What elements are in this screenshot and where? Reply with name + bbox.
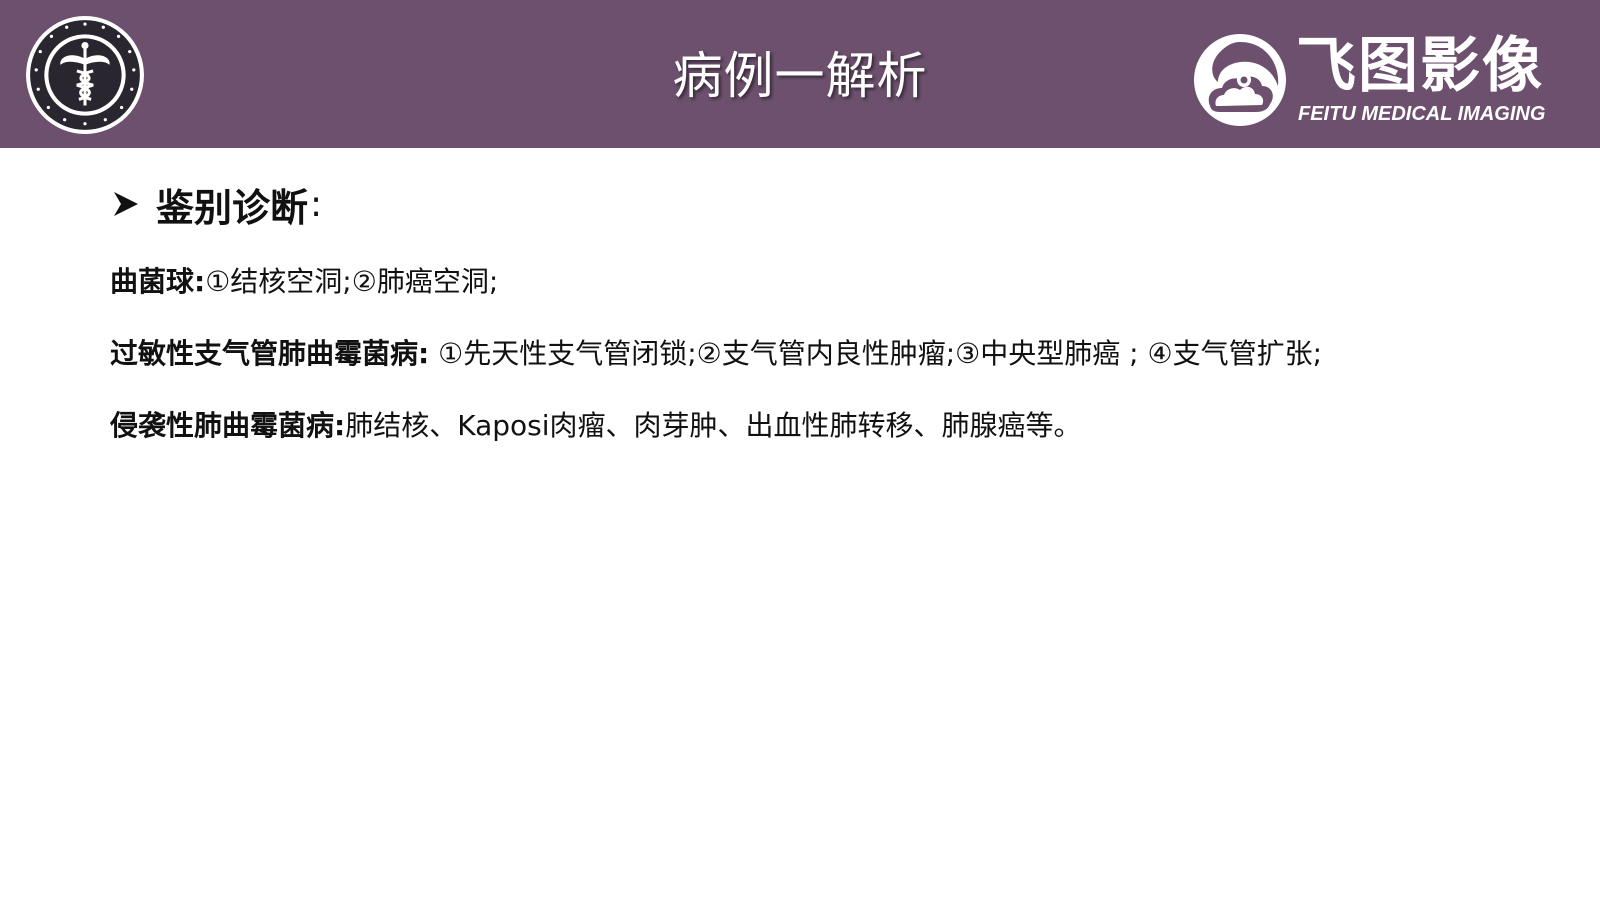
item-text: ①结核空洞;②肺癌空洞; — [205, 265, 499, 298]
diagnosis-item-abpa: 过敏性支气管肺曲霉菌病: ①先天性支气管闭锁;②支气管内良性肿瘤;③中央型肺癌 … — [110, 334, 1322, 374]
item-text: 肺结核、Kaposi肉瘤、肉芽肿、出血性肺转移、肺腺癌等。 — [345, 409, 1082, 442]
brand-name-cn: 飞图影像 — [1296, 31, 1544, 101]
diagnosis-item-aspergilloma: 曲菌球:①结核空洞;②肺癌空洞; — [110, 262, 498, 302]
item-label: 侵袭性肺曲霉菌病: — [110, 409, 346, 442]
arrow-bullet-icon — [114, 192, 138, 216]
item-label: 过敏性支气管肺曲霉菌病: — [110, 337, 430, 370]
item-text: ①先天性支气管闭锁;②支气管内良性肿瘤;③中央型肺癌 ; ④支气管扩张; — [429, 337, 1323, 370]
section-heading: 鉴别诊断 : — [112, 176, 322, 232]
brand-logo: 飞图影像 FEITU MEDICAL IMAGING — [1192, 30, 1584, 134]
cloud-swirl-logo-icon — [1194, 34, 1286, 126]
brand-name-en: FEITU MEDICAL IMAGING — [1298, 103, 1546, 125]
heading-colon: : — [310, 183, 323, 225]
item-label: 曲菌球: — [110, 265, 206, 298]
diagnosis-item-invasive-aspergillosis: 侵袭性肺曲霉菌病:肺结核、Kaposi肉瘤、肉芽肿、出血性肺转移、肺腺癌等。 — [110, 406, 1082, 446]
header-bar: 病例一解析 飞图影像 FEITU MEDICAL IMAGING — [0, 0, 1600, 148]
heading-text: 鉴别诊断 — [156, 185, 309, 230]
